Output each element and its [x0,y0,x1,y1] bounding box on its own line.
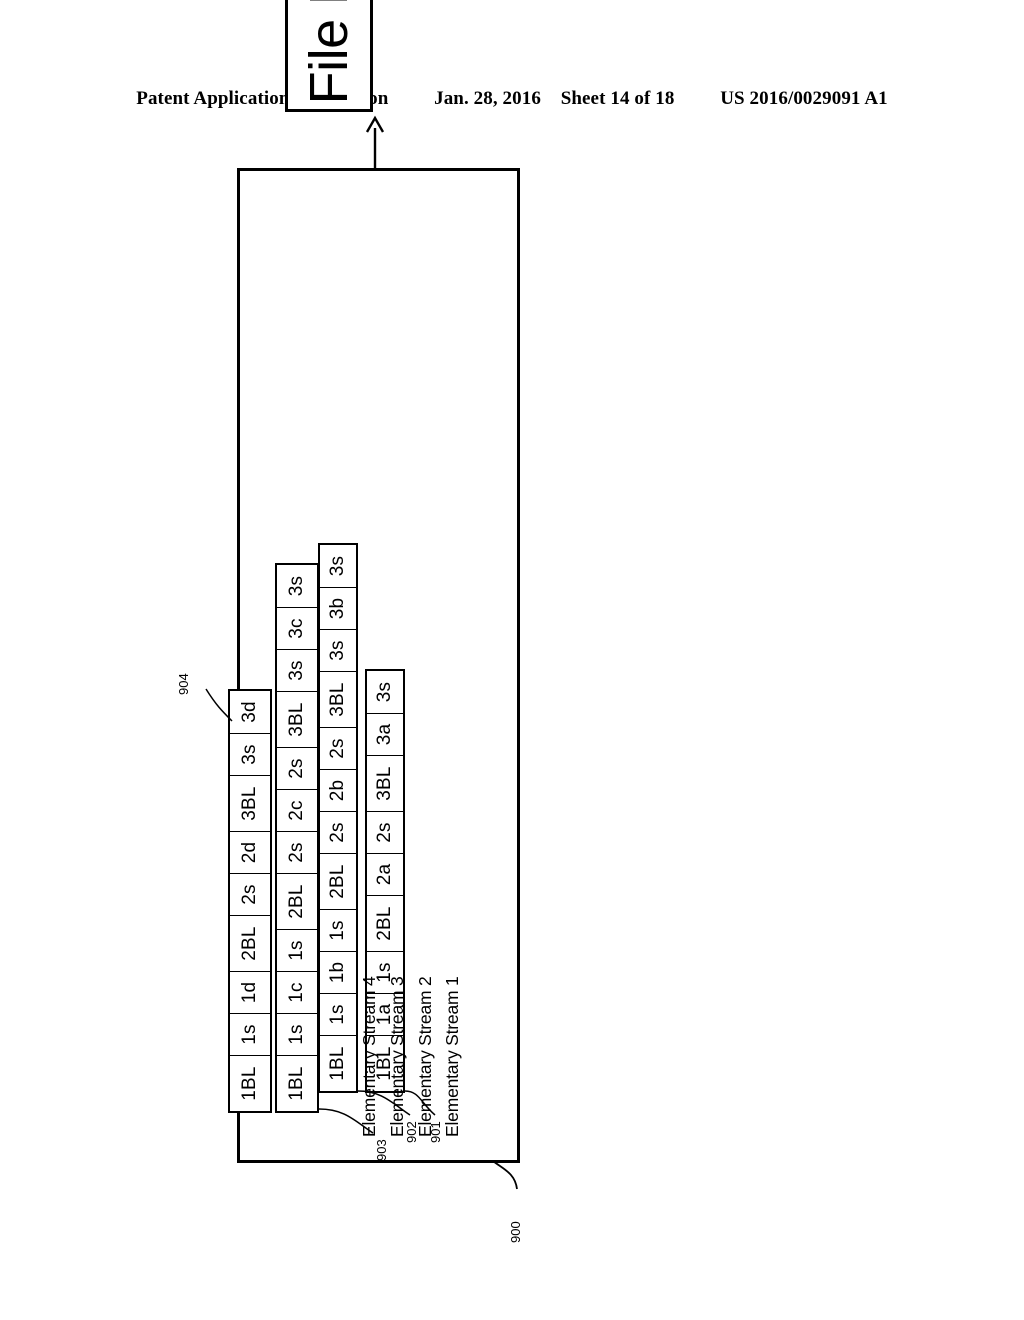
stream-4-cell: 3s [230,733,270,775]
stream-3-cell: 3s [277,649,317,691]
stream-4-cell: 1d [230,971,270,1013]
stream-2-cell: 3b [320,587,356,629]
stream-2-cell: 1BL [320,1035,356,1091]
stream-row-3: 1BL 1s 1c 1s 2BL 2s 2c 2s 3BL 3s 3c 3s [275,563,319,1113]
stream-4-cell: 1s [230,1013,270,1055]
stream-2-cell: 1b [320,951,356,993]
stream-1-cell: 2s [367,811,403,853]
file-format-encapsulation-label: File Format Encapsulation [298,0,360,104]
stream-3-cell: 3c [277,607,317,649]
stream-label-3: Elementary Stream 3 [387,976,407,1137]
stream-1-cell: 3a [367,713,403,755]
figure-stage: 900 1BL 1a 1s 2BL 2a 2s 3BL 3a 3s Elementary Str… [176,0,792,1243]
stream-3-cell: 2s [277,831,317,873]
arrow-to-encapsulation [365,115,385,170]
stream-4-cell: 2d [230,831,270,873]
stream-row-2: 1BL 1s 1b 1s 2BL 2s 2b 2s 3BL 3s 3b 3s [318,543,358,1093]
stream-1-cell: 2a [367,853,403,895]
stream-label-1: Elementary Stream 1 [442,976,462,1137]
stream-2-cell: 2s [320,727,356,769]
leader-904 [205,688,233,722]
stream-3-cell: 1BL [277,1055,317,1111]
ref-900: 900 [508,1221,523,1243]
stream-4-cell: 2BL [230,915,270,971]
stream-1-cell: 3s [367,671,403,713]
stream-3-cell: 2s [277,747,317,789]
stream-2-cell: 3s [320,629,356,671]
leader-900 [492,1160,518,1190]
ref-903: 903 [374,1139,389,1161]
stream-2-cell: 3BL [320,671,356,727]
stream-4-cell: 2s [230,873,270,915]
figure-9: 900 1BL 1a 1s 2BL 2a 2s 3BL 3a 3s Elementary Str… [0,0,1024,1320]
stream-2-cell: 3s [320,545,356,587]
stream-3-cell: 3BL [277,691,317,747]
stream-1-cell: 3BL [367,755,403,811]
stream-4-cell: 3BL [230,775,270,831]
stream-2-cell: 2BL [320,853,356,909]
stream-label-4: Elementary Stream 4 [359,976,379,1137]
stream-2-cell: 2s [320,811,356,853]
stream-3-cell: 3s [277,565,317,607]
stream-2-cell: 2b [320,769,356,811]
stream-3-cell: 1s [277,1013,317,1055]
stream-4-cell: 1BL [230,1055,270,1111]
ref-904: 904 [176,673,191,695]
file-format-encapsulation-box: File Format Encapsulation [285,0,373,112]
stream-3-cell: 2BL [277,873,317,929]
stream-3-cell: 1c [277,971,317,1013]
stream-2-cell: 1s [320,993,356,1035]
stream-row-4: 1BL 1s 1d 2BL 2s 2d 3BL 3s 3d [228,689,272,1113]
stream-1-cell: 2BL [367,895,403,951]
stream-2-cell: 1s [320,909,356,951]
stream-label-2: Elementary Stream 2 [415,976,435,1137]
stream-3-cell: 1s [277,929,317,971]
stream-3-cell: 2c [277,789,317,831]
